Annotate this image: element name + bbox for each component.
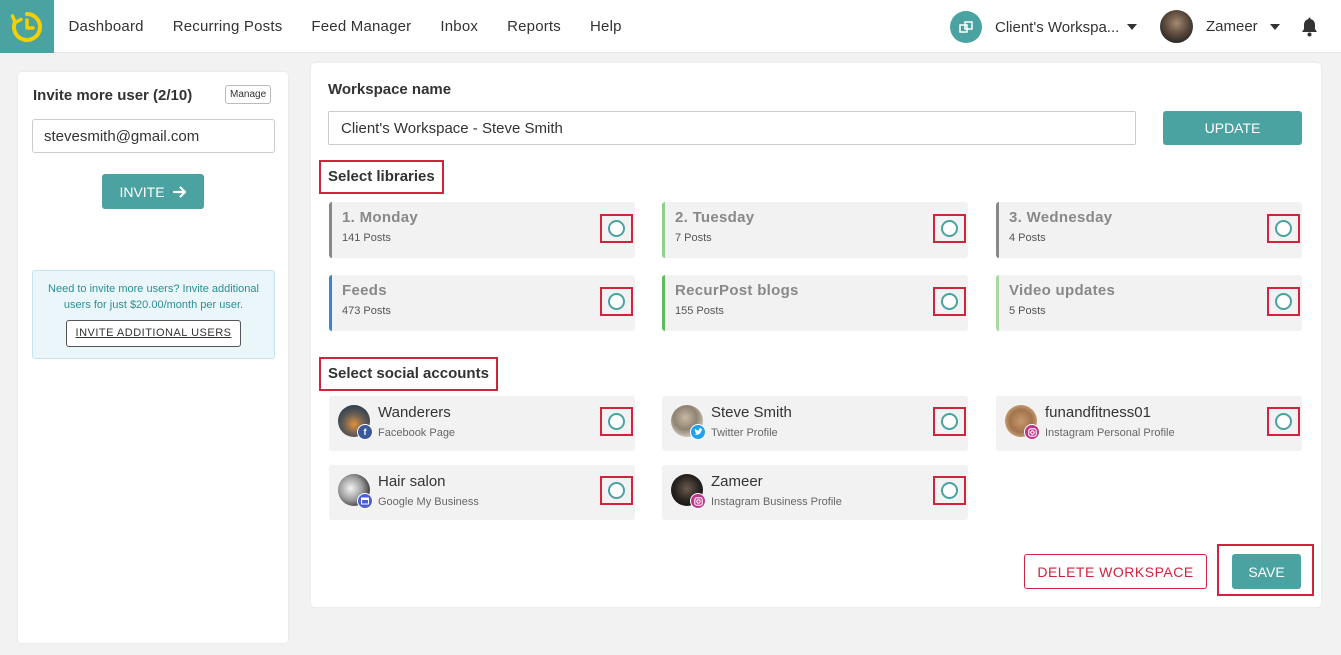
nav-recurring-posts[interactable]: Recurring Posts (158, 18, 297, 35)
social-account-name: funandfitness01 (1045, 404, 1151, 421)
library-post-count: 141 Posts (342, 232, 391, 244)
social-select-radio[interactable] (941, 413, 958, 430)
select-social-accounts-label: Select social accounts (319, 357, 498, 391)
social-select-highlight (933, 407, 966, 436)
social-select-highlight (600, 407, 633, 436)
select-libraries-label: Select libraries (319, 160, 444, 194)
library-post-count: 5 Posts (1009, 305, 1046, 317)
library-select-highlight (600, 287, 633, 316)
social-account-name: Hair salon (378, 473, 446, 490)
social-account-type: Instagram Personal Profile (1045, 427, 1175, 439)
google-my-business-icon (357, 493, 373, 509)
social-account-card[interactable]: f Wanderers Facebook Page (329, 396, 635, 451)
library-select-highlight (933, 214, 966, 243)
workspace-switcher[interactable]: Client's Workspa... (950, 11, 1137, 43)
social-account-card[interactable]: Zameer Instagram Business Profile (662, 465, 968, 520)
invite-email-input[interactable] (32, 119, 275, 153)
invite-panel: Invite more user (2/10) Manage INVITE Ne… (18, 72, 288, 643)
social-account-name: Wanderers (378, 404, 451, 421)
bell-icon[interactable] (1300, 17, 1319, 42)
library-card[interactable]: Video updates 5 Posts (996, 275, 1302, 331)
invite-button[interactable]: INVITE (102, 174, 204, 209)
top-navbar: Dashboard Recurring Posts Feed Manager I… (0, 0, 1341, 53)
library-title: 3. Wednesday (1009, 209, 1113, 226)
workspace-settings-panel: Workspace name UPDATE Select libraries 1… (311, 63, 1321, 607)
library-card[interactable]: 2. Tuesday 7 Posts (662, 202, 968, 258)
library-title: Feeds (342, 282, 387, 299)
library-title: 2. Tuesday (675, 209, 755, 226)
instagram-icon (1024, 424, 1040, 440)
nav-inbox[interactable]: Inbox (426, 18, 493, 35)
library-post-count: 7 Posts (675, 232, 712, 244)
invite-button-label: INVITE (119, 183, 165, 200)
manage-button[interactable]: Manage (225, 85, 272, 104)
library-card[interactable]: RecurPost blogs 155 Posts (662, 275, 968, 331)
nav-dashboard[interactable]: Dashboard (54, 18, 158, 35)
social-account-card[interactable]: Hair salon Google My Business (329, 465, 635, 520)
twitter-icon (690, 424, 706, 440)
main-nav: Dashboard Recurring Posts Feed Manager I… (54, 0, 636, 53)
user-name: Zameer (1206, 18, 1258, 35)
library-post-count: 4 Posts (1009, 232, 1046, 244)
social-account-card[interactable]: funandfitness01 Instagram Personal Profil… (996, 396, 1302, 451)
clock-logo-icon (10, 11, 42, 42)
facebook-icon: f (357, 424, 373, 440)
library-select-highlight (1267, 214, 1300, 243)
social-select-radio[interactable] (608, 413, 625, 430)
library-select-radio[interactable] (1275, 220, 1292, 237)
social-account-type: Instagram Business Profile (711, 496, 842, 508)
arrow-right-icon (172, 185, 186, 198)
update-button[interactable]: UPDATE (1163, 111, 1302, 145)
library-card[interactable]: 3. Wednesday 4 Posts (996, 202, 1302, 258)
chevron-down-icon (1127, 24, 1137, 30)
social-account-type: Twitter Profile (711, 427, 778, 439)
workspace-icon (950, 11, 982, 43)
delete-workspace-button[interactable]: DELETE WORKSPACE (1024, 554, 1207, 589)
library-post-count: 473 Posts (342, 305, 391, 317)
upgrade-notice-text: Need to invite more users? Invite additi… (48, 283, 259, 311)
library-select-radio[interactable] (608, 220, 625, 237)
invite-additional-users-button[interactable]: INVITE ADDITIONAL USERS (65, 320, 242, 347)
user-menu[interactable]: Zameer (1160, 10, 1280, 43)
social-select-highlight (1267, 407, 1300, 436)
library-select-radio[interactable] (941, 220, 958, 237)
workspace-switcher-label: Client's Workspa... (995, 18, 1120, 36)
library-select-radio[interactable] (1275, 293, 1292, 310)
upgrade-notice: Need to invite more users? Invite additi… (32, 270, 275, 359)
social-select-radio[interactable] (941, 482, 958, 499)
instagram-icon (690, 493, 706, 509)
social-account-card[interactable]: Steve Smith Twitter Profile (662, 396, 968, 451)
social-select-highlight (600, 476, 633, 505)
social-select-highlight (933, 476, 966, 505)
recurpost-logo[interactable] (0, 0, 54, 53)
workspace-name-input[interactable] (328, 111, 1136, 145)
nav-reports[interactable]: Reports (493, 18, 576, 35)
social-account-type: Google My Business (378, 496, 479, 508)
library-select-highlight (1267, 287, 1300, 316)
library-card[interactable]: Feeds 473 Posts (329, 275, 635, 331)
avatar (1160, 10, 1193, 43)
social-account-type: Facebook Page (378, 427, 456, 439)
library-card[interactable]: 1. Monday 141 Posts (329, 202, 635, 258)
library-title: Video updates (1009, 282, 1116, 299)
library-select-highlight (600, 214, 633, 243)
library-title: RecurPost blogs (675, 282, 799, 299)
social-select-radio[interactable] (608, 482, 625, 499)
library-title: 1. Monday (342, 209, 419, 226)
social-account-name: Zameer (711, 473, 763, 490)
save-button[interactable]: SAVE (1232, 554, 1301, 589)
library-post-count: 155 Posts (675, 305, 724, 317)
library-select-radio[interactable] (608, 293, 625, 310)
social-account-name: Steve Smith (711, 404, 792, 421)
chevron-down-icon (1269, 23, 1280, 30)
library-select-radio[interactable] (941, 293, 958, 310)
social-select-radio[interactable] (1275, 413, 1292, 430)
nav-help[interactable]: Help (576, 18, 637, 35)
invite-title: Invite more user (2/10) (33, 87, 193, 104)
workspace-name-label: Workspace name (328, 81, 452, 98)
nav-feed-manager[interactable]: Feed Manager (297, 18, 426, 35)
library-select-highlight (933, 287, 966, 316)
